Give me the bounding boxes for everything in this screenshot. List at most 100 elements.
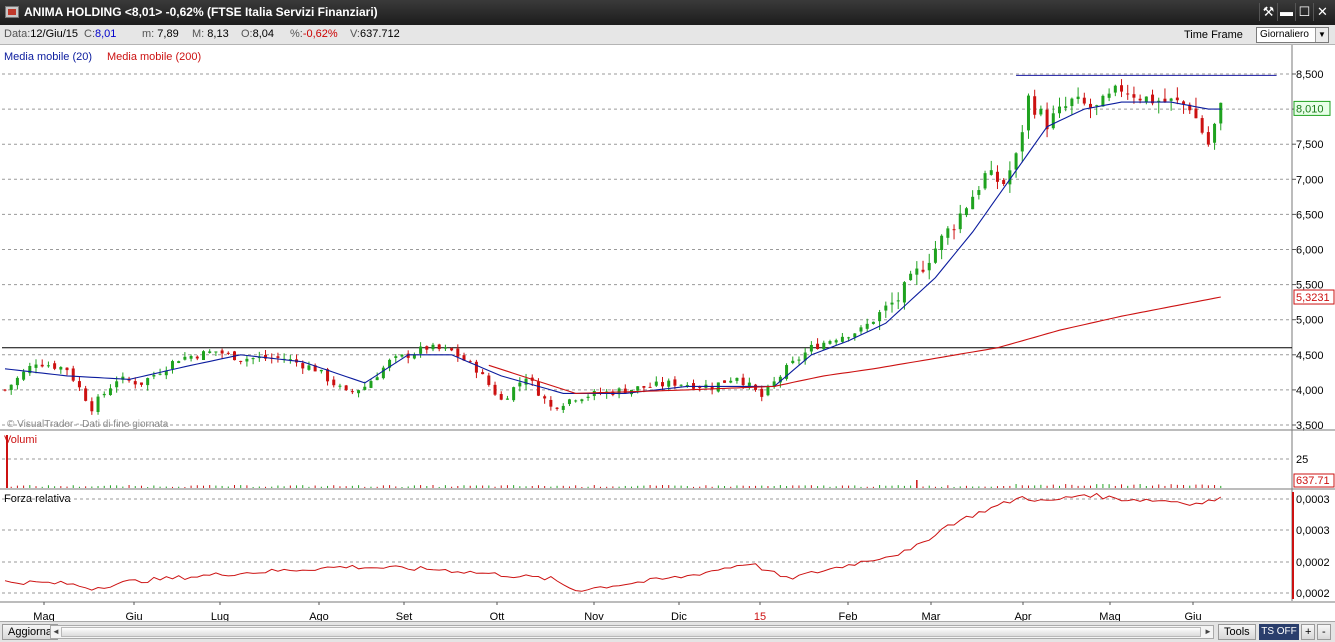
x-tick-label: Nov <box>584 611 604 621</box>
chart-area[interactable]: 8,5008,0007,5007,0006,5006,0005,5005,000… <box>0 45 1335 621</box>
x-tick-label: Mag <box>33 611 54 621</box>
candle-body <box>65 367 69 371</box>
candle-body <box>344 385 348 391</box>
candle-body <box>195 356 199 359</box>
candle-body <box>77 381 81 388</box>
candle-body <box>375 377 379 381</box>
candle-body <box>1051 113 1055 129</box>
candle-body <box>53 363 57 369</box>
candle-body <box>921 269 925 272</box>
candle-body <box>443 347 447 349</box>
close-info: C:8,01 <box>84 28 116 40</box>
candle-body <box>9 384 13 390</box>
candle-body <box>481 372 485 375</box>
open-value: 8,04 <box>252 28 275 40</box>
scroll-left-icon[interactable]: ◄ <box>51 626 61 638</box>
maximize-button[interactable]: ☐ <box>1295 3 1313 21</box>
candle-body <box>15 377 19 386</box>
volume-value-label: 637.71 <box>1296 475 1330 487</box>
candle-body <box>747 382 751 386</box>
candle-body <box>437 344 441 350</box>
candle-body <box>1095 105 1099 107</box>
date-label: Data: <box>4 28 31 40</box>
candle-body <box>1144 96 1148 102</box>
x-tick-label: 15 <box>754 611 766 621</box>
tools-button[interactable]: Tools <box>1218 624 1256 640</box>
legend-ma200: Media mobile (200) <box>107 51 201 63</box>
candle-body <box>59 367 63 370</box>
close-label: C: <box>84 28 95 40</box>
candle-body <box>847 337 851 339</box>
candle-body <box>834 340 838 343</box>
scroll-thumb[interactable] <box>61 627 1201 637</box>
candle-body <box>499 394 503 400</box>
candle-body <box>816 343 820 349</box>
candle-body <box>983 173 987 189</box>
candle-body <box>977 190 981 195</box>
price-tick-label: 7,000 <box>1296 174 1324 186</box>
candle-body <box>319 369 323 372</box>
timeframe-select[interactable]: Giornaliero ▼ <box>1256 27 1329 43</box>
candle-body <box>183 356 187 360</box>
rs-tick-label: 0,0002 <box>1296 588 1330 600</box>
candle-body <box>636 386 640 391</box>
x-tick-label: Ago <box>309 611 329 621</box>
candle-body <box>971 196 975 210</box>
candle-body <box>859 327 863 332</box>
candle-body <box>964 208 968 216</box>
tools-icon[interactable]: ⚒ <box>1259 3 1277 21</box>
max-label: M: <box>192 28 205 40</box>
price-chart[interactable]: 8,5008,0007,5007,0006,5006,0005,5005,000… <box>0 45 1335 621</box>
candle-body <box>158 373 162 375</box>
volume-tick-label: 25 <box>1296 454 1308 466</box>
candle-body <box>995 171 999 182</box>
x-tick-label: Set <box>396 611 413 621</box>
candle-body <box>1126 93 1130 95</box>
scroll-right-icon[interactable]: ► <box>1203 626 1213 638</box>
candle-body <box>1113 85 1117 93</box>
candle-body <box>201 351 205 361</box>
candle-body <box>536 381 540 396</box>
candle-body <box>152 375 156 377</box>
price-tick-label: 8,500 <box>1296 69 1324 81</box>
candle-body <box>741 377 745 386</box>
candle-body <box>952 229 956 231</box>
candle-body <box>1033 96 1037 115</box>
candle-body <box>871 321 875 324</box>
close-button[interactable]: ✕ <box>1313 3 1331 21</box>
zoom-out-button[interactable]: - <box>1317 624 1331 640</box>
open-label: O: <box>241 28 253 40</box>
candle-body <box>245 358 249 362</box>
candle-body <box>71 368 75 381</box>
candle-body <box>890 302 894 305</box>
candle-body <box>555 407 559 409</box>
candle-body <box>239 360 243 362</box>
pct-label: %: <box>290 28 303 40</box>
candle-body <box>667 380 671 387</box>
price-tick-label: 4,500 <box>1296 350 1324 362</box>
bottom-toolbar: Aggiorna ◄ ► Tools TS OFF + - <box>0 621 1335 642</box>
zoom-in-button[interactable]: + <box>1301 624 1316 640</box>
price-tick-label: 3,500 <box>1296 420 1324 432</box>
ts-toggle-button[interactable]: TS OFF <box>1259 624 1299 640</box>
pct-info: %:-0,62% <box>290 28 338 40</box>
horizontal-scrollbar[interactable]: ◄ ► <box>50 625 1214 639</box>
x-tick-label: Feb <box>839 611 858 621</box>
candle-body <box>493 384 497 395</box>
candle-body <box>679 384 683 386</box>
x-tick-label: Mag <box>1099 611 1120 621</box>
candle-body <box>654 381 658 386</box>
candle-body <box>115 381 119 388</box>
candle-body <box>22 371 26 380</box>
candle-body <box>661 382 665 387</box>
chevron-down-icon[interactable]: ▼ <box>1315 28 1328 42</box>
max-value: 8,13 <box>207 28 229 40</box>
candle-body <box>1219 102 1223 124</box>
min-info: m: 7,89 <box>142 28 179 40</box>
candle-body <box>940 235 944 251</box>
price-tick-label: 4,000 <box>1296 385 1324 397</box>
candle-body <box>1002 180 1006 184</box>
candle-body <box>177 361 181 364</box>
candle-body <box>307 365 311 370</box>
minimize-button[interactable]: ▬ <box>1277 3 1295 21</box>
